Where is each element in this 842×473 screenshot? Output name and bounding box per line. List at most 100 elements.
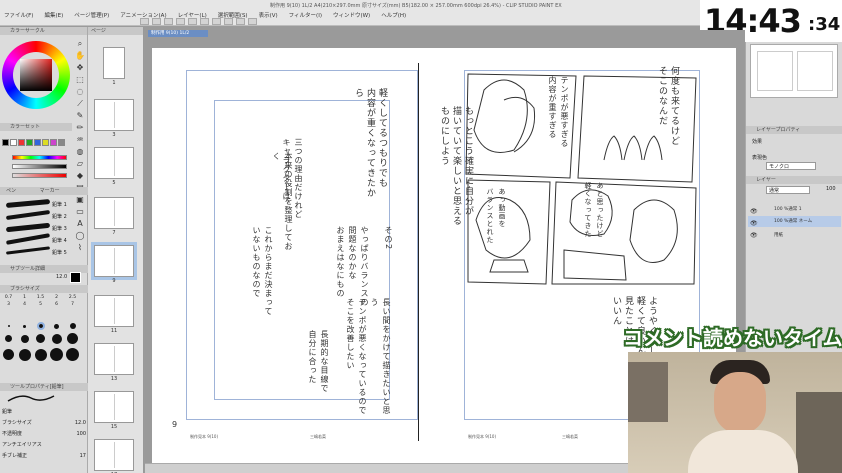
pencil-tool-icon[interactable]: ✏ bbox=[74, 122, 86, 133]
correct-line-icon[interactable]: ⌇ bbox=[74, 242, 86, 253]
open-icon[interactable] bbox=[152, 18, 161, 25]
swatch-blue[interactable] bbox=[34, 139, 41, 146]
expression-select[interactable]: モノクロ bbox=[766, 162, 816, 170]
main-color-chip[interactable] bbox=[70, 272, 81, 283]
swatch-gray[interactable] bbox=[58, 139, 65, 146]
menu-edit[interactable]: 編集(E) bbox=[44, 11, 63, 19]
page-thumb-2-3[interactable]: 3 bbox=[94, 99, 134, 138]
undo-icon[interactable] bbox=[176, 18, 185, 25]
brush-name[interactable]: 鉛筆 4 bbox=[52, 235, 67, 247]
layer-row-selected[interactable]: 100 %通常 ネーム bbox=[748, 216, 841, 227]
size-preset[interactable]: 6 bbox=[50, 302, 63, 307]
hand-icon[interactable]: ✋ bbox=[74, 50, 86, 61]
swatch-yellow[interactable] bbox=[42, 139, 49, 146]
hue-slider[interactable] bbox=[12, 155, 67, 160]
size-dot[interactable] bbox=[34, 348, 47, 361]
menu-filter[interactable]: フィルター(I) bbox=[289, 11, 322, 19]
brush-name[interactable]: 鉛筆 2 bbox=[52, 211, 67, 223]
pen-icon[interactable] bbox=[224, 18, 233, 25]
new-icon[interactable] bbox=[140, 18, 149, 25]
eye-icon[interactable]: 👁 bbox=[750, 230, 758, 242]
eye-icon[interactable]: 👁 bbox=[750, 218, 758, 230]
menu-help[interactable]: ヘルプ(H) bbox=[381, 11, 406, 19]
brush-stroke-2[interactable] bbox=[5, 209, 51, 221]
page-thumb-12-13[interactable]: 13 bbox=[94, 343, 134, 382]
pen-tool-icon[interactable]: ✎ bbox=[74, 110, 86, 121]
page-manager-tab[interactable]: ページ bbox=[88, 27, 143, 35]
transform-icon[interactable] bbox=[212, 18, 221, 25]
clear-icon[interactable] bbox=[200, 18, 209, 25]
frame-icon[interactable]: ▣ bbox=[74, 194, 86, 205]
brush-tab-marker[interactable]: マーカー bbox=[40, 188, 60, 194]
swatch-red[interactable] bbox=[18, 139, 25, 146]
zoom-icon[interactable]: ⌕ bbox=[74, 38, 86, 49]
size-preset[interactable]: 1 bbox=[18, 295, 31, 300]
size-preset[interactable]: 7 bbox=[66, 302, 79, 307]
eye-icon[interactable]: 👁 bbox=[750, 206, 758, 218]
snap-ruler-icon[interactable] bbox=[248, 18, 257, 25]
prop-row[interactable]: ブラシサイズ 12.0 bbox=[2, 418, 86, 429]
size-dot[interactable] bbox=[36, 334, 45, 343]
swatch-black[interactable] bbox=[2, 139, 9, 146]
page-thumb-8-9-selected[interactable]: 9 bbox=[91, 242, 137, 284]
color-wheel[interactable] bbox=[2, 41, 70, 109]
select-icon[interactable]: ⬚ bbox=[74, 74, 86, 85]
prop-row[interactable]: アンチエイリアス bbox=[2, 440, 86, 451]
size-dot[interactable] bbox=[7, 325, 10, 327]
page-thumb-1[interactable]: 1 bbox=[103, 47, 125, 86]
size-dot[interactable] bbox=[54, 323, 59, 329]
size-dot[interactable] bbox=[3, 349, 14, 360]
page-thumb-14-15[interactable]: 15 bbox=[94, 391, 134, 430]
navigator-preview[interactable] bbox=[750, 44, 838, 98]
size-preset[interactable]: 1.5 bbox=[34, 295, 47, 300]
size-dot[interactable] bbox=[69, 323, 76, 329]
move-icon[interactable]: ✥ bbox=[74, 62, 86, 73]
canvas-tab[interactable]: 制作用 9(10) 1L/2 bbox=[148, 30, 208, 37]
size-preset[interactable]: 0.7 bbox=[2, 295, 15, 300]
snap-icon[interactable] bbox=[236, 18, 245, 25]
size-dot[interactable] bbox=[23, 324, 26, 328]
size-preset[interactable]: 3 bbox=[2, 302, 15, 307]
lasso-icon[interactable]: ◌ bbox=[74, 86, 86, 97]
size-preset[interactable]: 5 bbox=[34, 302, 47, 307]
brush-name[interactable]: 鉛筆 1 bbox=[52, 199, 67, 211]
brush-name[interactable]: 鉛筆 3 bbox=[52, 223, 67, 235]
menu-page[interactable]: ページ管理(P) bbox=[74, 11, 109, 19]
size-dot[interactable] bbox=[67, 333, 78, 344]
save-icon[interactable] bbox=[164, 18, 173, 25]
blend-mode-select[interactable]: 通常 bbox=[766, 186, 810, 194]
brush-tool-icon[interactable]: ♒ bbox=[74, 134, 86, 145]
menu-file[interactable]: ファイル(F) bbox=[4, 11, 33, 19]
ruler-icon[interactable]: ▭ bbox=[74, 206, 86, 217]
airbrush-icon[interactable]: ◍ bbox=[74, 146, 86, 157]
page-thumb-6-7[interactable]: 7 bbox=[94, 197, 134, 236]
swatch-white[interactable] bbox=[10, 139, 17, 146]
opacity-value[interactable]: 100 bbox=[826, 186, 836, 192]
eraser-icon[interactable]: ▱ bbox=[74, 158, 86, 169]
prop-row[interactable]: 鉛筆 bbox=[2, 407, 86, 418]
brush-stroke-3[interactable] bbox=[5, 222, 51, 233]
size-dot[interactable] bbox=[5, 335, 12, 342]
size-dot[interactable] bbox=[18, 348, 31, 361]
swatch-magenta[interactable] bbox=[50, 139, 57, 146]
page-thumb-16-17[interactable]: 17 bbox=[94, 439, 134, 473]
menu-view[interactable]: 表示(V) bbox=[259, 11, 278, 19]
size-dot[interactable] bbox=[51, 333, 62, 344]
menu-window[interactable]: ウィンドウ(W) bbox=[333, 11, 370, 19]
page-thumb-4-5[interactable]: 5 bbox=[94, 147, 134, 186]
eyedropper-icon[interactable]: ⟋ bbox=[74, 98, 86, 109]
brush-name[interactable]: 鉛筆 5 bbox=[52, 247, 67, 259]
brush-tab-pen[interactable]: ペン bbox=[6, 188, 16, 194]
brush-stroke-5[interactable] bbox=[5, 246, 51, 255]
size-dot[interactable] bbox=[50, 348, 63, 361]
balloon-icon[interactable]: ◯ bbox=[74, 230, 86, 241]
prop-row[interactable]: 手ブレ補正 17 bbox=[2, 451, 86, 462]
swatch-green[interactable] bbox=[26, 139, 33, 146]
size-preset[interactable]: 2 bbox=[50, 295, 63, 300]
color-picker-square[interactable] bbox=[20, 59, 52, 91]
size-dot-selected[interactable] bbox=[36, 322, 45, 330]
saturation-slider[interactable] bbox=[12, 173, 67, 178]
size-preset[interactable]: 4 bbox=[18, 302, 31, 307]
fill-icon[interactable]: ◆ bbox=[74, 170, 86, 181]
layer-row[interactable]: 用紙 bbox=[748, 230, 841, 241]
